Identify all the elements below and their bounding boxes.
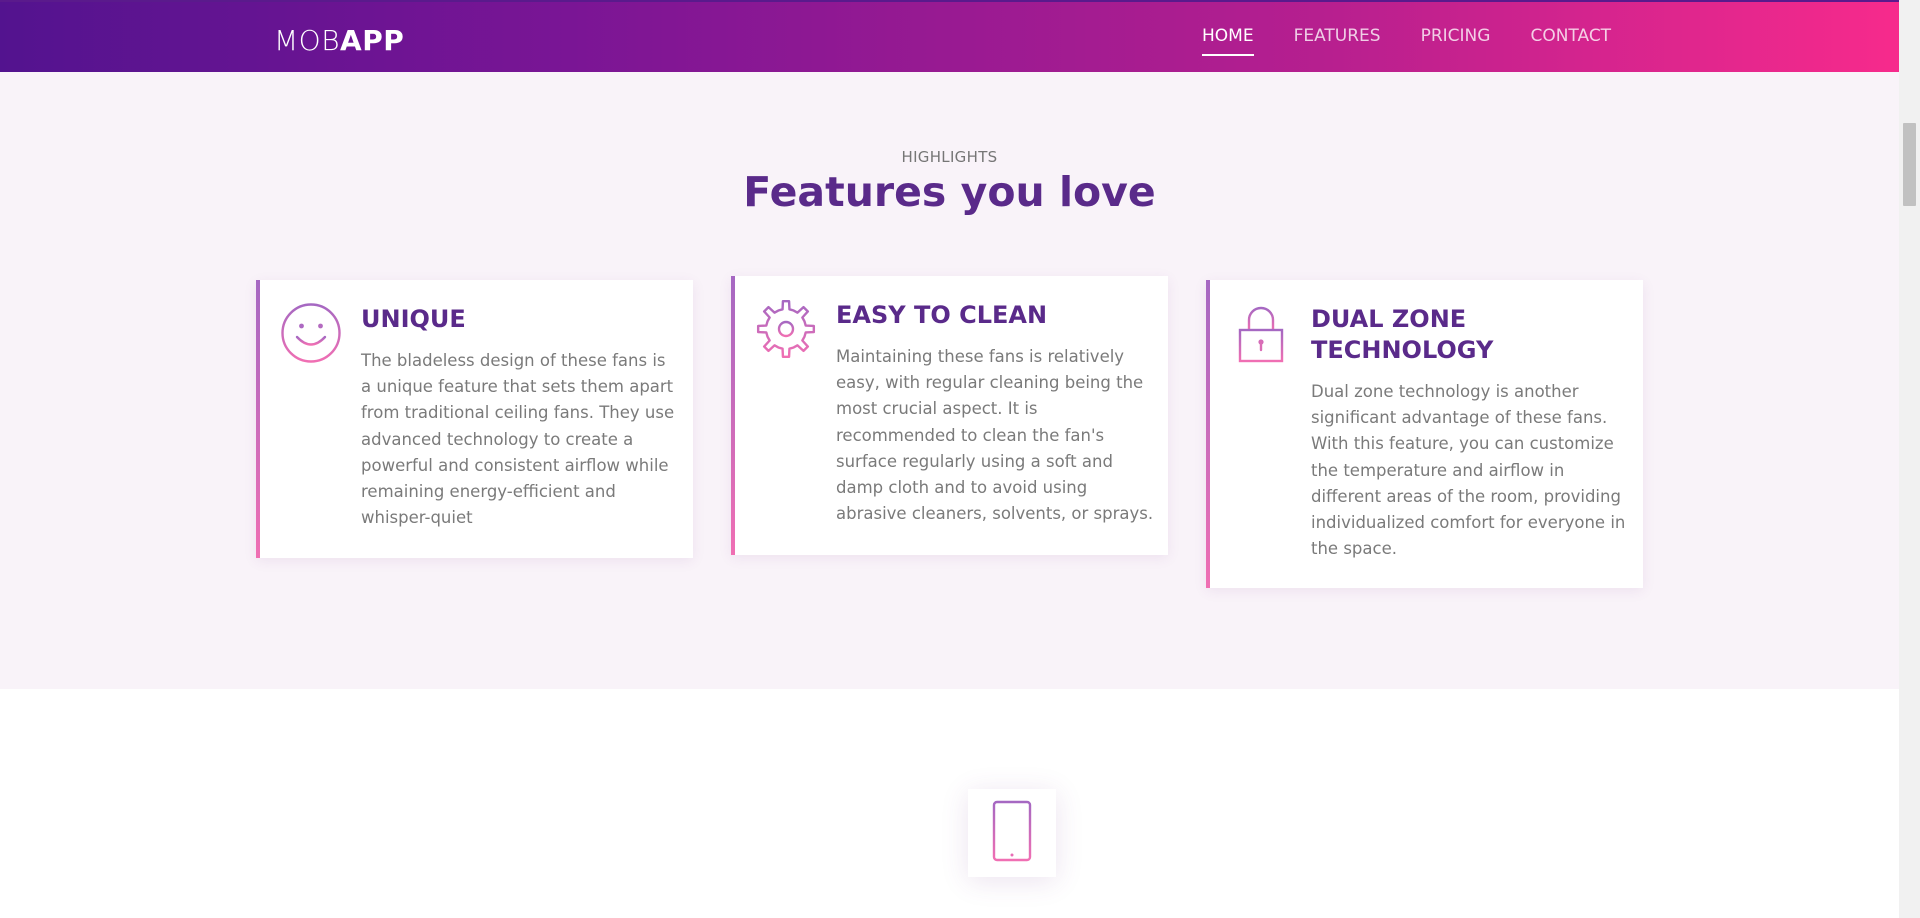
lock-icon [1230, 302, 1292, 364]
section-title: Features you love [743, 168, 1156, 216]
main-nav: HOME FEATURES PRICING CONTACT [1202, 26, 1651, 56]
feature-card-unique: UNIQUE The bladeless design of these fan… [256, 280, 693, 558]
feature-card-title: UNIQUE [361, 305, 466, 333]
features-section: HIGHLIGHTS Features you love UNIQUE The … [0, 72, 1899, 689]
smile-icon [280, 302, 342, 364]
gear-icon [755, 298, 817, 360]
smartphone-icon-box [968, 789, 1056, 877]
navbar: MOBAPP HOME FEATURES PRICING CONTACT [0, 2, 1899, 72]
scrollbar-thumb[interactable] [1903, 123, 1916, 206]
logo-light-text: MOB [274, 24, 341, 57]
feature-card-text: Dual zone technology is another signific… [1311, 382, 1626, 559]
nav-link-features[interactable]: FEATURES [1294, 26, 1381, 56]
logo-bold-text: APP [340, 24, 405, 57]
section-eyebrow: HIGHLIGHTS [901, 148, 998, 166]
feature-card-text: Maintaining these fans is relatively eas… [836, 347, 1154, 524]
nav-link-pricing[interactable]: PRICING [1421, 26, 1491, 56]
nav-link-contact[interactable]: CONTACT [1530, 26, 1611, 56]
feature-card-title: DUAL ZONE TECHNOLOGY [1311, 305, 1494, 364]
nav-link-home[interactable]: HOME [1202, 26, 1254, 56]
feature-card-dual-zone: DUAL ZONE TECHNOLOGY Dual zone technolog… [1206, 280, 1643, 588]
vertical-scrollbar[interactable] [1899, 0, 1920, 918]
feature-card-easy-to-clean: EASY TO CLEAN Maintaining these fans is … [731, 276, 1168, 555]
logo[interactable]: MOBAPP [274, 24, 404, 57]
feature-card-text: The bladeless design of these fans is a … [361, 351, 675, 528]
feature-card-title: EASY TO CLEAN [836, 301, 1048, 329]
smartphone-icon [992, 800, 1032, 866]
